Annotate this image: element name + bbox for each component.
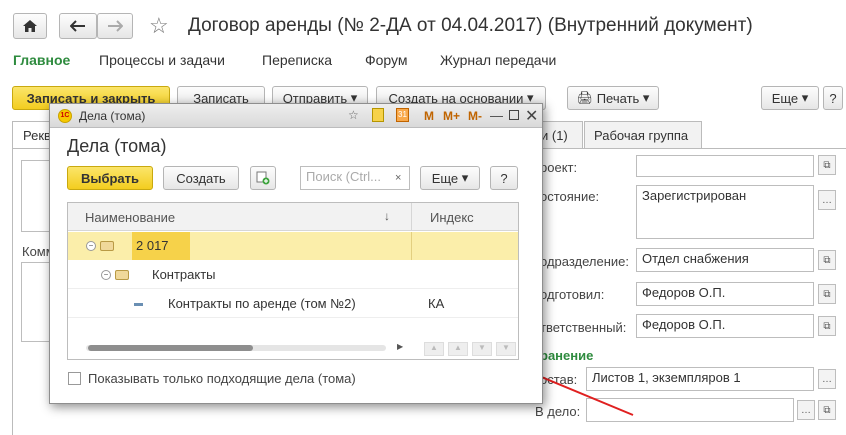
copy-button[interactable] (250, 166, 276, 190)
table-row[interactable]: Контракты по аренде (том №2) КА (68, 290, 518, 318)
dialog-heading: Дела (тома) (67, 136, 167, 156)
scrollbar-thumb[interactable] (88, 345, 253, 351)
back-button[interactable] (59, 13, 97, 39)
project-field[interactable] (636, 155, 814, 177)
collapse-icon[interactable]: − (86, 241, 96, 251)
composition-select-button[interactable]: … (818, 369, 836, 389)
responsible-label: тветственный: (540, 320, 627, 335)
dialog-help-button[interactable]: ? (490, 166, 518, 190)
nav-down-button[interactable]: ▼ (472, 342, 492, 356)
comment-field[interactable] (21, 262, 51, 342)
menu-correspondence[interactable]: Переписка (262, 52, 332, 68)
dialog-title-text: Дела (тома) (79, 109, 146, 123)
row-name: Контракты по аренде (том №2) (168, 296, 356, 311)
tab-workgroup[interactable]: Рабочая группа (584, 121, 702, 149)
window-title: Договор аренды (№ 2-ДА от 04.04.2017) (В… (188, 15, 753, 36)
prepared-label: одготовил: (540, 287, 605, 302)
show-matching-checkbox[interactable] (68, 372, 81, 385)
cases-table: Наименование ↓ Индекс − 2 017 − Контракт… (67, 202, 519, 360)
favorite-star-icon[interactable]: ☆ (149, 13, 169, 39)
close-icon[interactable]: ✕ (525, 106, 538, 126)
left-panel-border (12, 148, 13, 435)
responsible-field[interactable]: Федоров О.П. (636, 314, 814, 338)
col-divider (411, 232, 412, 260)
tab-files-label: и (1) (541, 128, 568, 143)
calendar-icon[interactable]: 31 (396, 108, 409, 122)
left-requisites-box (21, 160, 51, 232)
search-input[interactable]: Поиск (Ctrl... (300, 166, 410, 190)
memory-m-icon[interactable]: M (424, 109, 434, 123)
row-name: 2 017 (136, 238, 169, 253)
forward-button[interactable] (97, 13, 133, 39)
menu-transfer-log[interactable]: Журнал передачи (440, 52, 556, 68)
calculator-icon[interactable] (372, 108, 384, 122)
home-button[interactable] (13, 13, 47, 39)
collapse-icon[interactable]: − (101, 270, 111, 280)
dialog-more-label: Еще (431, 170, 459, 186)
cases-dialog: 1С Дела (тома) ☆ 31 M M+ M- — ✕ Дела (то… (49, 103, 543, 404)
maximize-icon[interactable] (509, 110, 519, 120)
state-select-button[interactable]: … (818, 190, 836, 210)
folder-icon (115, 270, 129, 280)
arrow-left-icon (70, 20, 85, 32)
dialog-more-button[interactable]: Еще ▾ (420, 166, 480, 190)
print-label: Печать (596, 90, 640, 106)
col-name-header[interactable]: Наименование (85, 210, 175, 225)
create-button[interactable]: Создать (163, 166, 239, 190)
help-button[interactable]: ? (823, 86, 843, 110)
menu-processes[interactable]: Процессы и задачи (99, 52, 225, 68)
sort-down-icon: ↓ (384, 209, 390, 223)
add-copy-icon (256, 171, 270, 185)
department-label: одразделение: (540, 254, 630, 269)
show-matching-label: Показывать только подходящие дела (тома) (88, 371, 356, 386)
item-dash-icon (134, 303, 143, 306)
search-clear-icon[interactable]: × (395, 172, 401, 184)
printer-icon: 🖨 (576, 90, 594, 105)
minimize-icon[interactable]: — (490, 108, 503, 123)
project-open-button[interactable]: ⧉ (818, 155, 836, 175)
menu-forum[interactable]: Форум (365, 52, 408, 68)
arrow-right-icon (108, 20, 123, 32)
more-button[interactable]: Еще ▾ (761, 86, 819, 110)
prepared-open-button[interactable]: ⧉ (818, 284, 836, 304)
nav-first-button[interactable]: ▲ (424, 342, 444, 356)
dialog-title-bar: 1С Дела (тома) ☆ 31 M M+ M- — ✕ (50, 104, 542, 128)
tab-workgroup-label: Рабочая группа (594, 128, 689, 143)
app-logo-icon: 1С (58, 109, 72, 123)
row-name: Контракты (152, 267, 216, 282)
row-index: КА (428, 296, 445, 311)
memory-minus-icon[interactable]: M- (468, 109, 482, 123)
department-field[interactable]: Отдел снабжения (636, 248, 814, 272)
scroll-right-icon[interactable]: ▶ (397, 342, 403, 351)
table-header: Наименование ↓ Индекс (68, 203, 518, 231)
responsible-open-button[interactable]: ⧉ (818, 316, 836, 336)
case-select-button[interactable]: … (797, 400, 815, 420)
horizontal-scrollbar[interactable] (86, 345, 386, 351)
prepared-field[interactable]: Федоров О.П. (636, 282, 814, 306)
state-field[interactable]: Зарегистрирован (636, 185, 814, 239)
state-label: остояние: (540, 189, 600, 204)
department-open-button[interactable]: ⧉ (818, 250, 836, 270)
print-button[interactable]: 🖨 Печать ▾ (567, 86, 659, 110)
search-placeholder: Поиск (Ctrl... (306, 169, 382, 184)
menu-main[interactable]: Главное (13, 52, 70, 68)
home-icon (23, 20, 37, 32)
table-row[interactable]: − 2 017 (68, 232, 518, 260)
more-label: Еще (771, 90, 799, 106)
link-icon[interactable]: ☆ (348, 108, 359, 122)
col-index-header[interactable]: Индекс (430, 210, 474, 225)
nav-last-button[interactable]: ▼ (496, 342, 516, 356)
tab-requisites[interactable]: Рекв (12, 121, 52, 149)
folder-icon (100, 241, 114, 251)
memory-plus-icon[interactable]: M+ (443, 109, 460, 123)
select-button[interactable]: Выбрать (67, 166, 153, 190)
project-label: роект: (540, 160, 578, 175)
tab-requisites-label: Рекв (23, 128, 51, 143)
nav-up-button[interactable]: ▲ (448, 342, 468, 356)
col-divider (411, 203, 412, 231)
table-row[interactable]: − Контракты (68, 261, 518, 289)
case-open-button[interactable]: ⧉ (818, 400, 836, 420)
